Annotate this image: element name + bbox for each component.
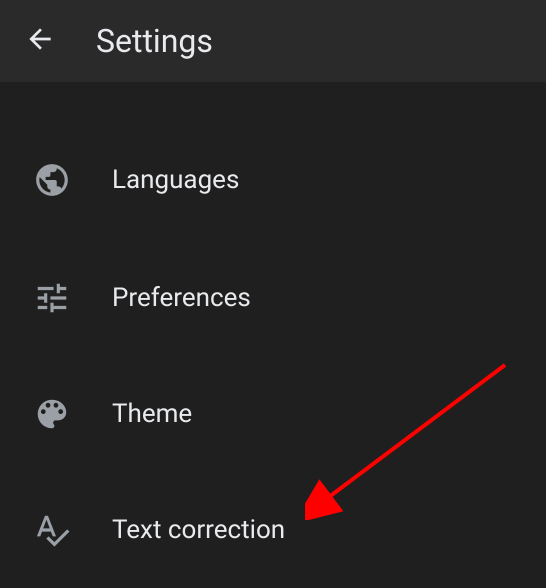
menu-item-preferences[interactable]: Preferences xyxy=(0,240,546,356)
sliders-icon xyxy=(28,274,76,322)
header-bar: Settings xyxy=(0,0,546,82)
menu-item-theme[interactable]: Theme xyxy=(0,356,546,472)
menu-item-label: Text correction xyxy=(112,515,285,545)
menu-item-label: Theme xyxy=(112,399,192,429)
menu-item-label: Languages xyxy=(112,165,239,195)
menu-item-label: Preferences xyxy=(112,283,251,313)
palette-icon xyxy=(28,390,76,438)
menu-item-text-correction[interactable]: Text correction xyxy=(0,472,546,588)
globe-icon xyxy=(28,156,76,204)
text-check-icon xyxy=(28,506,76,554)
page-title: Settings xyxy=(96,22,213,60)
back-button[interactable] xyxy=(16,17,64,65)
menu-item-languages[interactable]: Languages xyxy=(0,120,546,240)
back-arrow-icon xyxy=(24,23,56,59)
settings-menu: Languages Preferences Theme Text correct… xyxy=(0,82,546,588)
